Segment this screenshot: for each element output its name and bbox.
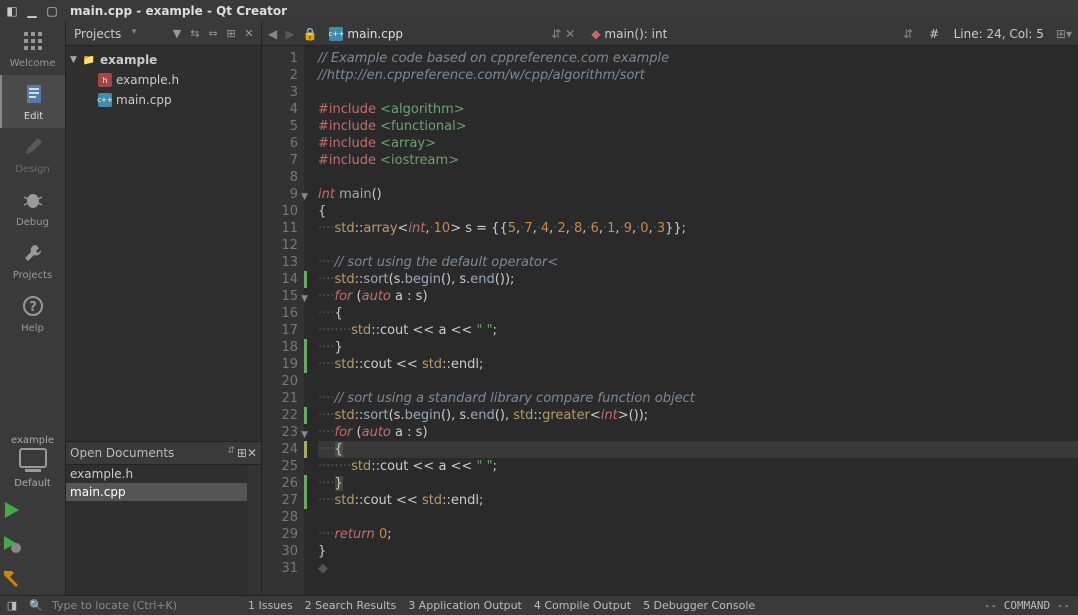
chevron-down-icon[interactable]: ▼ xyxy=(70,55,82,65)
cpp-file-icon: c++ xyxy=(329,27,343,41)
output-pane-tab[interactable]: 4 Compile Output xyxy=(530,599,635,612)
mode-welcome[interactable]: Welcome xyxy=(0,22,65,75)
open-documents-header: Open Documents ⊞ ✕ xyxy=(66,441,261,465)
document-icon xyxy=(23,83,45,105)
window-menu-icon[interactable]: ◧ xyxy=(6,5,18,17)
tree-item-label: example.h xyxy=(116,73,179,87)
mode-projects[interactable]: Projects xyxy=(0,234,65,287)
split-icon[interactable]: ⊞ xyxy=(223,26,239,42)
output-pane-tab[interactable]: 3 Application Output xyxy=(404,599,526,612)
bug-icon xyxy=(22,189,44,211)
code-area[interactable]: // Example code based on cppreference.co… xyxy=(304,46,1078,595)
kit-name-label: Default xyxy=(0,478,65,489)
mode-edit[interactable]: Edit xyxy=(0,75,65,128)
editor-area: ◀ ▶ 🔒 c++ main.cpp ⇵ ✕ ◆ main(): int ⇵ #… xyxy=(262,22,1078,595)
output-panes: 1 Issues 2 Search Results 3 Application … xyxy=(238,599,759,612)
line-gutter[interactable]: 123456789▼101112131415▼1617181920212223▼… xyxy=(262,46,304,595)
run-button[interactable] xyxy=(0,493,65,527)
sync-icon[interactable]: ⇆ xyxy=(187,26,203,42)
output-pane-tab[interactable]: 2 Search Results xyxy=(301,599,401,612)
folder-icon: 📁 xyxy=(82,53,96,67)
projects-toolbar: Projects ▼ ⇆ ⇔ ⊞ ✕ xyxy=(66,22,261,46)
title-bar: ◧ ▁ ▢ main.cpp - example - Qt Creator xyxy=(0,0,1078,22)
nav-back-icon[interactable]: ◀ xyxy=(266,27,279,41)
cursor-position[interactable]: # Line: 24, Col: 5 xyxy=(923,27,1050,41)
vim-mode-indicator: -- COMMAND -- xyxy=(984,599,1078,612)
projects-combo[interactable]: Projects xyxy=(70,25,139,43)
header-file-icon: h xyxy=(98,73,112,87)
mode-bar: Welcome Edit Design Debug Projects ? Hel… xyxy=(0,22,66,595)
tree-item[interactable]: h example.h xyxy=(66,70,261,90)
window-title: main.cpp - example - Qt Creator xyxy=(70,4,287,18)
play-bug-icon xyxy=(0,533,22,555)
tree-item[interactable]: c++ main.cpp xyxy=(66,90,261,110)
mode-help[interactable]: ? Help xyxy=(0,287,65,340)
file-tab-label: main.cpp xyxy=(347,27,403,41)
status-bar: ◨ 🔍 Type to locate (Ctrl+K) 1 Issues 2 S… xyxy=(0,595,1078,615)
tree-root-label: example xyxy=(100,53,157,67)
lock-icon[interactable]: 🔒 xyxy=(300,27,319,41)
symbol-label: main(): int xyxy=(604,27,667,41)
link-icon[interactable]: ⇔ xyxy=(205,26,221,42)
toggle-sidebar-icon[interactable]: ◨ xyxy=(0,599,24,612)
tree-root[interactable]: ▼ 📁 example xyxy=(66,50,261,70)
symbol-combo[interactable]: ◆ main(): int ⇵ xyxy=(585,25,919,43)
open-documents-list[interactable]: example.h main.cpp xyxy=(66,465,261,595)
tree-item-label: main.cpp xyxy=(116,93,172,107)
grid-icon xyxy=(22,30,44,52)
cpp-file-icon: c++ xyxy=(98,93,112,107)
wrench-icon xyxy=(22,242,44,264)
play-icon xyxy=(0,499,22,521)
mode-design[interactable]: Design xyxy=(0,128,65,181)
open-doc-item[interactable]: main.cpp xyxy=(66,483,261,501)
hammer-icon xyxy=(0,567,22,589)
kit-selector[interactable]: example Default xyxy=(0,431,65,493)
minimize-icon[interactable]: ▁ xyxy=(26,5,38,17)
project-tree[interactable]: ▼ 📁 example h example.h c++ main.cpp xyxy=(66,46,261,441)
build-button[interactable] xyxy=(0,561,65,595)
maximize-icon[interactable]: ▢ xyxy=(46,5,58,17)
open-doc-item[interactable]: example.h xyxy=(66,465,261,483)
close-tab-icon[interactable]: ✕ xyxy=(565,27,575,41)
help-icon: ? xyxy=(22,295,44,317)
pencil-icon xyxy=(22,136,44,158)
svg-text:?: ? xyxy=(29,300,37,315)
split-icon[interactable]: ⊞ xyxy=(237,446,247,460)
locator-input[interactable]: Type to locate (Ctrl+K) xyxy=(48,599,238,612)
editor-toolbar: ◀ ▶ 🔒 c++ main.cpp ⇵ ✕ ◆ main(): int ⇵ #… xyxy=(262,22,1078,46)
search-icon[interactable]: 🔍 xyxy=(24,599,48,612)
close-panel-icon[interactable]: ✕ xyxy=(241,26,257,42)
monitor-icon xyxy=(19,448,47,468)
file-tab[interactable]: c++ main.cpp ⇵ ✕ xyxy=(323,25,581,43)
mode-debug[interactable]: Debug xyxy=(0,181,65,234)
scrollbar[interactable] xyxy=(247,465,261,595)
side-panel: Projects ▼ ⇆ ⇔ ⊞ ✕ ▼ 📁 example h example… xyxy=(66,22,262,595)
output-pane-tab[interactable]: 1 Issues xyxy=(244,599,297,612)
kit-project-label: example xyxy=(0,435,65,446)
open-documents-combo[interactable]: Open Documents xyxy=(70,446,237,460)
split-editor-icon[interactable]: ⊞▾ xyxy=(1054,27,1074,41)
code-editor[interactable]: 123456789▼101112131415▼1617181920212223▼… xyxy=(262,46,1078,595)
output-pane-tab[interactable]: 5 Debugger Console xyxy=(639,599,759,612)
run-debug-button[interactable] xyxy=(0,527,65,561)
filter-icon[interactable]: ▼ xyxy=(169,26,185,42)
close-panel-icon[interactable]: ✕ xyxy=(247,446,257,460)
nav-forward-icon[interactable]: ▶ xyxy=(283,27,296,41)
function-icon: ◆ xyxy=(591,27,600,41)
